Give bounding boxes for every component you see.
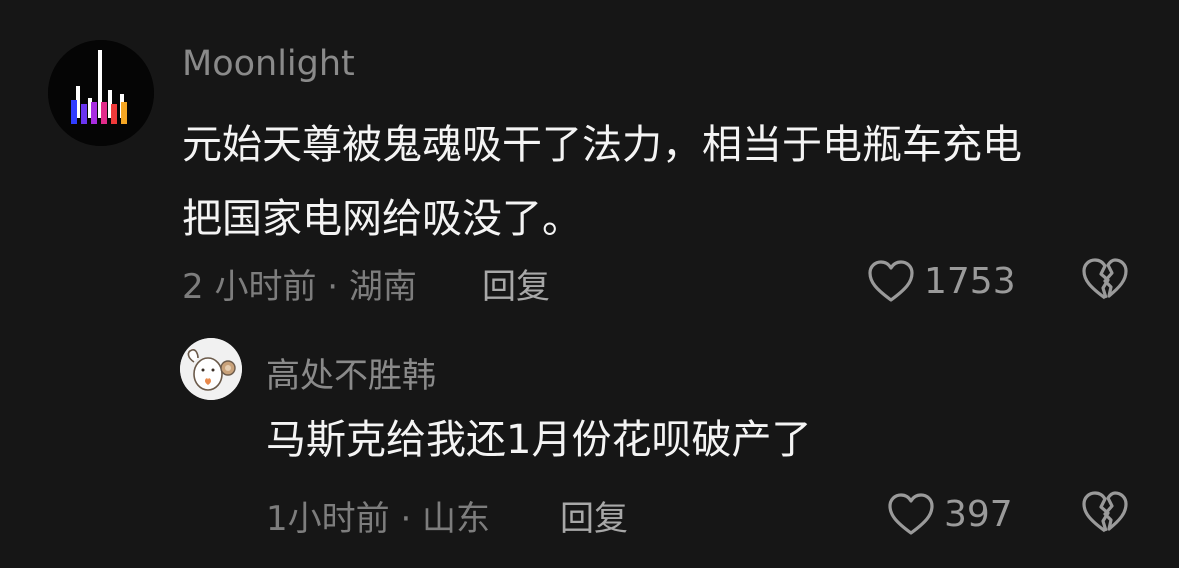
cartoon-animal-icon bbox=[180, 338, 242, 400]
username[interactable]: Moonlight bbox=[182, 44, 355, 84]
like-button[interactable]: 397 bbox=[886, 489, 1013, 539]
reply-button[interactable]: 回复 bbox=[482, 259, 550, 308]
comment-text: 马斯克给我还1月份花呗破产了 bbox=[266, 417, 812, 463]
avatar[interactable] bbox=[180, 338, 242, 400]
dislike-button[interactable] bbox=[1080, 256, 1130, 302]
reply-button[interactable]: 回复 bbox=[560, 491, 628, 540]
heart-outline-icon bbox=[888, 493, 934, 535]
like-button[interactable]: 1753 bbox=[866, 256, 1016, 306]
comment-text: 元始天尊被鬼魂吸干了法力，相当于电瓶车充电 把国家电网给吸没了。 bbox=[182, 122, 1022, 242]
broken-heart-icon bbox=[1082, 491, 1128, 533]
comment-meta: 1小时前 · 山东 bbox=[266, 499, 491, 539]
comment-meta: 2 小时前 · 湖南 bbox=[182, 267, 417, 307]
broken-heart-icon bbox=[1082, 258, 1128, 300]
avatar[interactable] bbox=[48, 40, 154, 146]
username[interactable]: 高处不胜韩 bbox=[266, 348, 436, 397]
dislike-button[interactable] bbox=[1080, 489, 1130, 535]
like-count: 1753 bbox=[924, 260, 1016, 302]
heart-outline-icon bbox=[868, 260, 914, 302]
like-count: 397 bbox=[944, 493, 1013, 535]
equalizer-bars-icon bbox=[48, 40, 154, 146]
